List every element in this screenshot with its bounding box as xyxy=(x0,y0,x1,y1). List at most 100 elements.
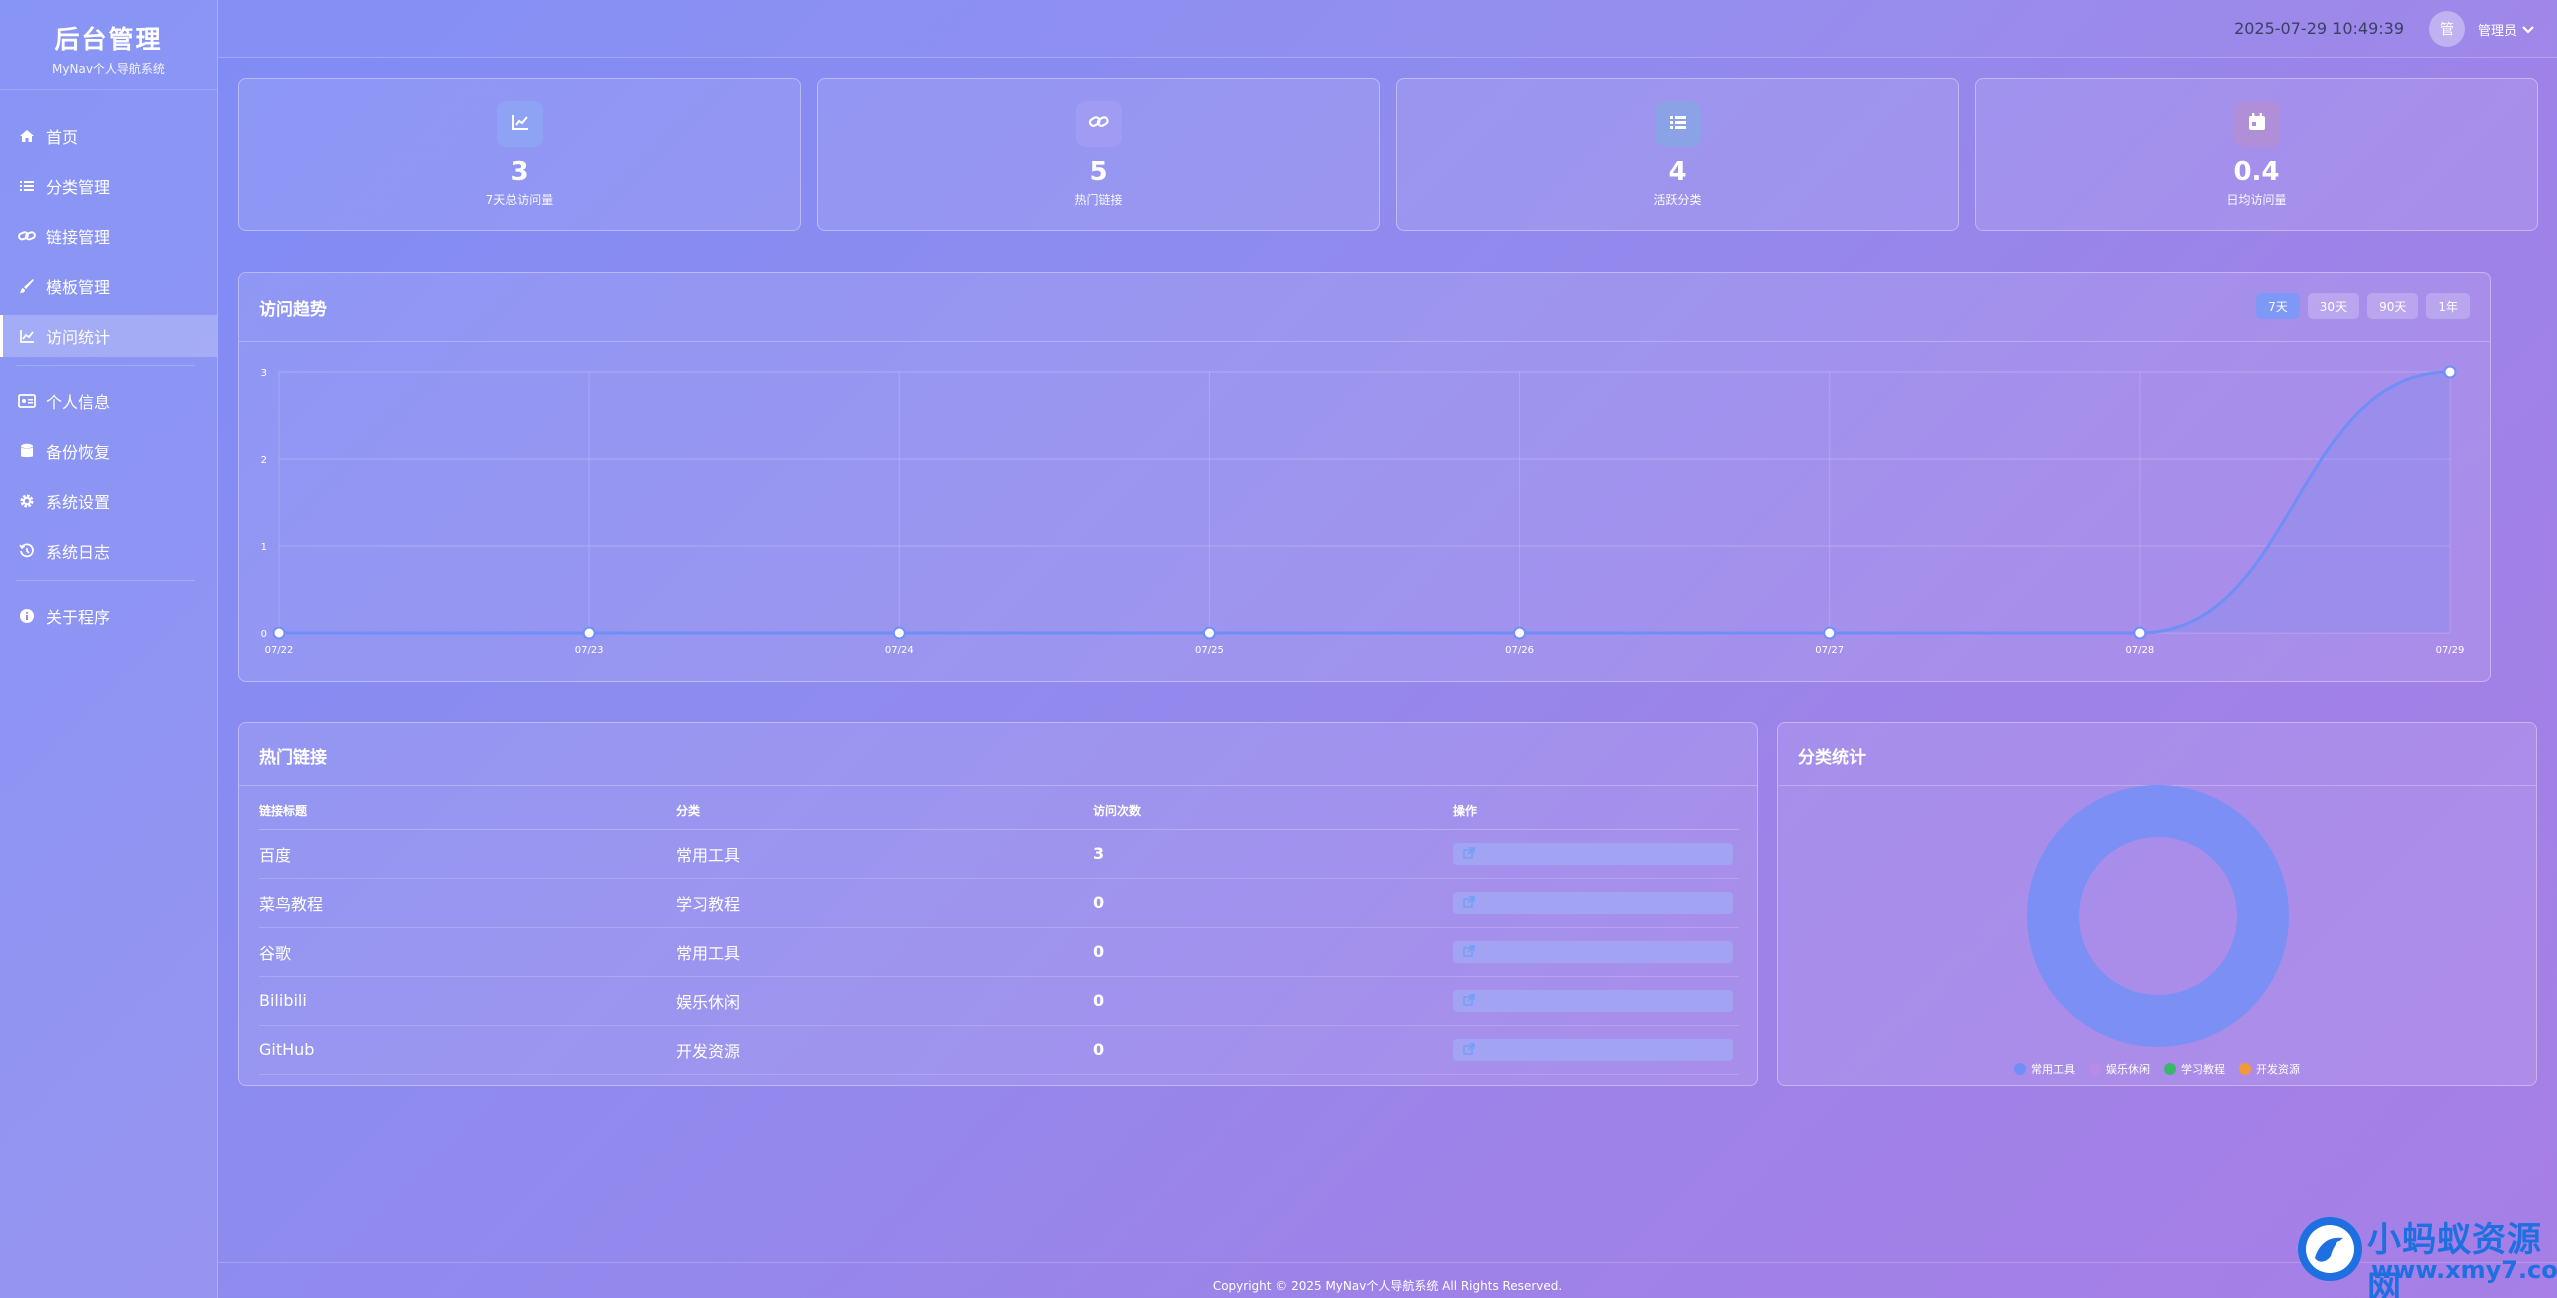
open-link-button[interactable] xyxy=(1453,891,1733,914)
link-title: 谷歌 xyxy=(259,927,676,977)
external-link-icon xyxy=(1463,893,1475,912)
x-tick-label: 07/29 xyxy=(2436,645,2465,656)
stat-value: 3 xyxy=(510,157,529,187)
data-point xyxy=(1513,626,1527,640)
stat-value: 5 xyxy=(1089,157,1108,187)
legend-item[interactable]: 学习教程 xyxy=(2164,1061,2225,1077)
column-header: 分类 xyxy=(676,793,1093,830)
top-header: 2025-07-29 10:49:39 管 管理员 xyxy=(218,0,2557,58)
sidebar-item-label: 个人信息 xyxy=(46,393,111,412)
data-point xyxy=(2443,365,2457,379)
y-tick-label: 0 xyxy=(261,629,267,640)
current-datetime: 2025-07-29 10:49:39 xyxy=(2234,19,2404,38)
sidebar-divider xyxy=(16,365,195,366)
sidebar-item-links[interactable]: 链接管理 xyxy=(0,215,217,257)
range-7d-button[interactable]: 7天 xyxy=(2256,293,2300,319)
link-title: 百度 xyxy=(259,829,676,879)
username-dropdown[interactable]: 管理员 xyxy=(2478,20,2517,39)
data-point xyxy=(892,626,906,640)
sidebar-item-statistics[interactable]: 访问统计 xyxy=(0,315,217,357)
category-doughnut-chart xyxy=(2027,785,2289,1047)
link-title: 菜鸟教程 xyxy=(259,878,676,928)
stat-icon-box xyxy=(1654,101,1701,147)
sidebar-nav: 首页 分类管理 链接管理 模板管理 访问统计 个人信息 备份恢复 系统设置 系统… xyxy=(0,90,217,637)
stat-label: 热门链接 xyxy=(1074,193,1123,207)
chevron-down-icon[interactable] xyxy=(2521,22,2535,36)
stat-card-daily-average: 0.4 日均访问量 xyxy=(1975,78,2538,231)
y-tick-label: 3 xyxy=(261,368,267,379)
brush-icon xyxy=(18,277,36,295)
link-actions xyxy=(1453,976,1739,1026)
external-link-icon xyxy=(1463,844,1475,863)
id-card-icon xyxy=(18,392,36,410)
open-link-button[interactable] xyxy=(1453,989,1733,1012)
sidebar-item-label: 模板管理 xyxy=(46,278,111,297)
y-tick-label: 2 xyxy=(261,455,267,466)
stat-icon-box xyxy=(1075,101,1122,147)
open-link-button[interactable] xyxy=(1453,842,1733,865)
legend-label: 开发资源 xyxy=(2256,1063,2300,1076)
link-category: 开发资源 xyxy=(676,1025,1093,1075)
data-point xyxy=(2133,626,2147,640)
sidebar-item-label: 访问统计 xyxy=(46,328,111,347)
sidebar-item-label: 链接管理 xyxy=(46,228,111,247)
x-tick-label: 07/26 xyxy=(1505,645,1534,656)
sidebar-item-logs[interactable]: 系统日志 xyxy=(0,530,217,572)
x-tick-label: 07/22 xyxy=(265,645,294,656)
table-row: 百度 常用工具 3 xyxy=(259,829,1739,879)
open-link-button[interactable] xyxy=(1453,940,1733,963)
external-link-icon xyxy=(1463,1040,1475,1059)
sidebar-item-about[interactable]: 关于程序 xyxy=(0,595,217,637)
range-buttons: 7天 30天 90天 1年 xyxy=(2256,293,2470,319)
link-icon xyxy=(1088,112,1110,136)
range-90d-button[interactable]: 90天 xyxy=(2367,293,2419,319)
avatar[interactable]: 管 xyxy=(2429,11,2465,47)
link-category: 常用工具 xyxy=(676,927,1093,977)
visit-trend-chart: 0 1 2 3 07/22 07/23 07/24 07/25 07/26 07/27 07/28 0… xyxy=(261,365,2465,656)
x-tick-label: 07/24 xyxy=(885,645,914,656)
link-title: Bilibili xyxy=(259,976,676,1026)
legend-item[interactable]: 娱乐休闲 xyxy=(2089,1061,2150,1077)
sidebar-item-label: 系统日志 xyxy=(46,543,111,562)
sidebar-item-profile[interactable]: 个人信息 xyxy=(0,380,217,422)
visit-trend-card: 访问趋势 7天 30天 90天 1年 0 1 2 3 07/22 07/23 07/24 07… xyxy=(238,272,2491,682)
x-tick-label: 07/28 xyxy=(2125,645,2154,656)
data-point xyxy=(272,626,286,640)
range-1y-button[interactable]: 1年 xyxy=(2426,293,2470,319)
range-30d-button[interactable]: 30天 xyxy=(2307,293,2360,319)
watermark-name: 小蚂蚁资源网 xyxy=(2367,1220,2542,1298)
stat-card-active-categories: 4 活跃分类 xyxy=(1396,78,1959,231)
sidebar-item-categories[interactable]: 分类管理 xyxy=(0,165,217,207)
chart-line-icon xyxy=(510,112,530,136)
data-point xyxy=(1202,626,1216,640)
stat-icon-box xyxy=(496,101,543,147)
brand-title: 后台管理 xyxy=(54,25,163,54)
sidebar-item-label: 备份恢复 xyxy=(46,443,111,462)
sidebar-item-label: 关于程序 xyxy=(46,608,111,627)
open-link-button[interactable] xyxy=(1453,1038,1733,1061)
table-row: 菜鸟教程 学习教程 0 xyxy=(259,878,1739,928)
legend-swatch xyxy=(2239,1063,2251,1075)
link-visits: 0 xyxy=(1093,878,1453,928)
y-tick-label: 1 xyxy=(261,542,267,553)
x-tick-label: 07/25 xyxy=(1195,645,1224,656)
column-header: 链接标题 xyxy=(259,793,676,830)
sidebar-item-home[interactable]: 首页 xyxy=(0,115,217,157)
legend-item[interactable]: 常用工具 xyxy=(2014,1061,2075,1077)
link-visits: 0 xyxy=(1093,1025,1453,1075)
stat-label: 活跃分类 xyxy=(1653,193,1702,207)
sidebar-item-backup[interactable]: 备份恢复 xyxy=(0,430,217,472)
legend-label: 学习教程 xyxy=(2181,1063,2225,1076)
hot-links-table: 链接标题 分类 访问次数 操作 百度 常用工具 3 菜鸟教程 学习教程 0 谷歌… xyxy=(259,793,1739,1075)
calendar-icon xyxy=(2247,112,2267,136)
stat-label: 7天总访问量 xyxy=(485,193,554,207)
sidebar-item-settings[interactable]: 系统设置 xyxy=(0,480,217,522)
footer: Copyright © 2025 MyNav个人导航系统 All Rights … xyxy=(218,1262,2557,1298)
series-area xyxy=(279,372,2450,633)
legend-item[interactable]: 开发资源 xyxy=(2239,1061,2300,1077)
link-actions xyxy=(1453,878,1739,928)
doughnut-ring xyxy=(2027,785,2289,1047)
link-visits: 0 xyxy=(1093,927,1453,977)
table-row: GitHub 开发资源 0 xyxy=(259,1025,1739,1075)
sidebar-item-templates[interactable]: 模板管理 xyxy=(0,265,217,307)
